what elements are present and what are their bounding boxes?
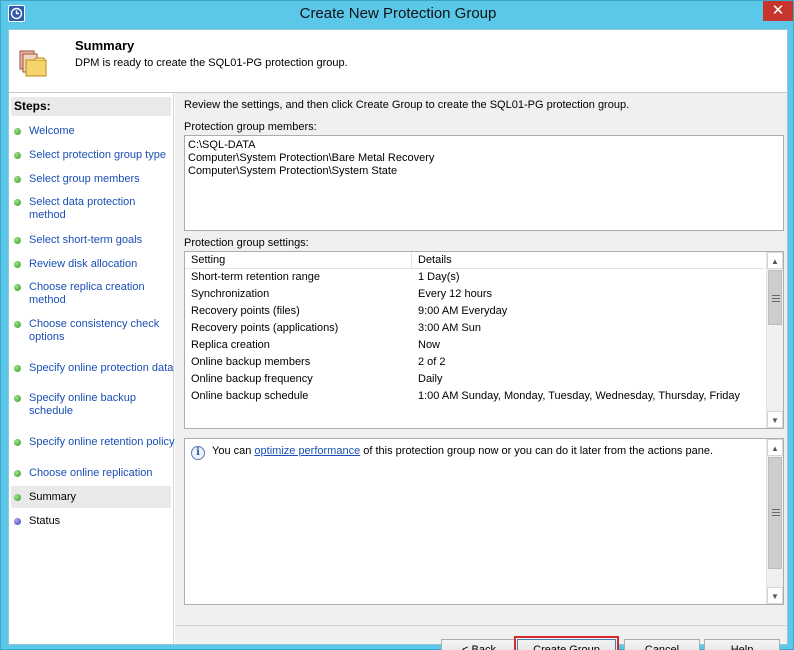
info-icon: i [191, 446, 205, 460]
scroll-thumb[interactable] [768, 457, 782, 569]
status-dot-icon [14, 176, 21, 183]
table-row[interactable]: Recovery points (files) 9:00 AM Everyday [185, 303, 764, 320]
settings-scrollbar[interactable]: ▲ ▼ [766, 252, 783, 428]
setting-value: Every 12 hours [418, 288, 492, 300]
info-text: You can optimize performance of this pro… [212, 445, 714, 457]
scroll-thumb[interactable] [768, 270, 782, 325]
step-label[interactable]: Select protection group type [29, 149, 171, 162]
wizard-header: Summary DPM is ready to create the SQL01… [9, 30, 787, 92]
cancel-button[interactable]: Cancel [624, 639, 700, 650]
step-summary[interactable]: Summary [11, 486, 171, 508]
status-dot-icon [14, 470, 21, 477]
setting-value: Now [418, 339, 441, 351]
step-label: Status [29, 515, 61, 527]
status-dot-icon [14, 395, 21, 402]
status-dot-icon [14, 128, 21, 135]
info-panel: i You can optimize performance of this p… [184, 438, 784, 605]
intro-text: Review the settings, and then click Crea… [184, 99, 630, 111]
setting-value: 3:00 AM Sun [418, 322, 481, 334]
step-label[interactable]: Choose consistency check options [29, 318, 171, 344]
steps-panel: Steps: Welcome Select protection group t… [9, 93, 175, 644]
step-label[interactable]: Summary [29, 491, 171, 504]
button-bar-divider [175, 625, 787, 626]
setting-name: Recovery points (files) [191, 305, 300, 317]
window-title: Create New Protection Group [299, 5, 497, 22]
table-row[interactable]: Synchronization Every 12 hours [185, 286, 764, 303]
dialog-window: Create New Protection Group ✕ Summary DP… [0, 0, 794, 650]
setting-value: 2 of 2 [418, 356, 446, 368]
list-item: Computer\System Protection\Bare Metal Re… [188, 152, 435, 164]
step-label[interactable]: Choose online replication [29, 467, 171, 480]
scroll-down-icon[interactable]: ▼ [767, 587, 783, 604]
column-header-setting[interactable]: Setting [185, 252, 412, 269]
table-row[interactable]: Replica creation Now [185, 337, 764, 354]
settings-label: Protection group settings: [184, 237, 309, 249]
optimize-performance-link[interactable]: optimize performance [254, 445, 360, 457]
table-row[interactable]: Short-term retention range 1 Day(s) [185, 269, 764, 286]
status-dot-icon [14, 152, 21, 159]
page-subtitle: DPM is ready to create the SQL01-PG prot… [75, 57, 348, 69]
title-bar[interactable]: Create New Protection Group ✕ [1, 1, 794, 27]
setting-value: 1:00 AM Sunday, Monday, Tuesday, Wednesd… [418, 390, 741, 402]
step-label[interactable]: Specify online backup schedule [29, 392, 141, 418]
step-label[interactable]: Select group members [29, 173, 171, 186]
setting-name: Online backup members [191, 356, 311, 368]
scroll-down-icon[interactable]: ▼ [767, 411, 783, 428]
scroll-up-icon[interactable]: ▲ [767, 252, 783, 269]
settings-table[interactable]: Setting Details Short-term retention ran… [184, 251, 784, 429]
step-label[interactable]: Welcome [29, 125, 171, 138]
status-dot-icon [14, 494, 21, 501]
step-label[interactable]: Choose replica creation method [29, 281, 171, 307]
members-list[interactable]: C:\SQL-DATA Computer\System Protection\B… [184, 135, 784, 231]
setting-value: Daily [418, 373, 443, 385]
page-title: Summary [75, 38, 135, 53]
list-item: Computer\System Protection\System State [188, 165, 398, 177]
close-button[interactable]: ✕ [763, 1, 793, 21]
setting-name: Recovery points (applications) [191, 322, 339, 334]
step-label[interactable]: Specify online protection data [29, 362, 173, 375]
status-dot-icon [14, 261, 21, 268]
pending-dot-icon [14, 518, 21, 525]
step-label[interactable]: Select short-term goals [29, 234, 171, 247]
status-dot-icon [14, 365, 21, 372]
status-dot-icon [14, 284, 21, 291]
status-dot-icon [14, 237, 21, 244]
step-label[interactable]: Review disk allocation [29, 258, 171, 271]
scroll-up-icon[interactable]: ▲ [767, 439, 783, 456]
table-row[interactable]: Recovery points (applications) 3:00 AM Su… [185, 320, 764, 337]
members-label: Protection group members: [184, 121, 317, 133]
setting-name: Online backup frequency [191, 373, 313, 385]
back-button[interactable]: < Back [441, 639, 517, 650]
list-item: C:\SQL-DATA [188, 139, 256, 151]
status-dot-icon [14, 439, 21, 446]
help-button[interactable]: Help [704, 639, 780, 650]
table-row[interactable]: Online backup frequency Daily [185, 371, 764, 388]
setting-name: Short-term retention range [191, 271, 321, 283]
setting-name: Replica creation [191, 339, 270, 351]
setting-name: Online backup schedule [191, 390, 309, 402]
table-row[interactable]: Online backup members 2 of 2 [185, 354, 764, 371]
table-row[interactable]: Online backup schedule 1:00 AM Sunday, Mo… [185, 388, 764, 405]
step-label[interactable]: Specify online retention policy [29, 436, 175, 449]
protection-group-icon [17, 48, 49, 78]
step-label[interactable]: Select data protection method [29, 196, 171, 222]
column-header-details[interactable]: Details [412, 252, 764, 269]
main-panel: Review the settings, and then click Crea… [175, 93, 787, 650]
steps-heading: Steps: [11, 97, 171, 116]
setting-name: Synchronization [191, 288, 270, 300]
status-dot-icon [14, 321, 21, 328]
dialog-client: Summary DPM is ready to create the SQL01… [8, 29, 788, 650]
info-scrollbar[interactable]: ▲ ▼ [766, 439, 783, 604]
setting-value: 1 Day(s) [418, 271, 460, 283]
setting-value: 9:00 AM Everyday [418, 305, 508, 317]
create-group-button[interactable]: Create Group [514, 636, 619, 650]
status-dot-icon [14, 199, 21, 206]
